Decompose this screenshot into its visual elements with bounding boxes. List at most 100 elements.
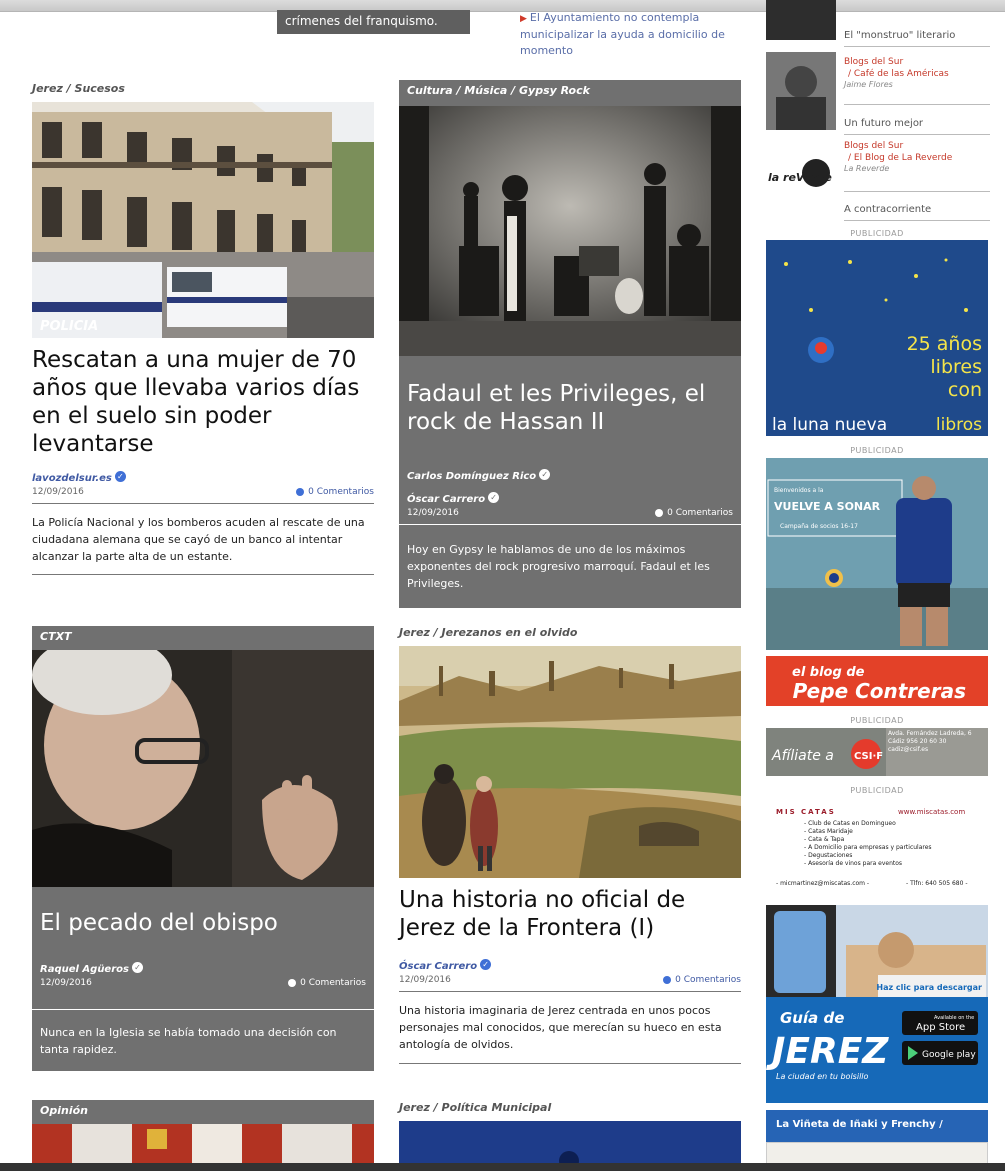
sidebar-author: La Reverde bbox=[844, 164, 890, 173]
comment-icon bbox=[288, 978, 297, 987]
verified-icon: ✓ bbox=[480, 959, 492, 970]
article-section[interactable]: CTXT bbox=[32, 626, 374, 647]
vineta-header[interactable]: La Viñeta de Iñaki y Frenchy / bbox=[766, 1110, 988, 1142]
browser-top-edge bbox=[0, 0, 1005, 12]
ad-catas-item: - Degustaciones bbox=[804, 852, 853, 859]
top-teaser-link[interactable]: ▶ El Ayuntamiento no contempla municipali… bbox=[520, 10, 725, 59]
article-author[interactable]: Óscar Carrero bbox=[407, 494, 485, 505]
sidebar-thumb-1[interactable] bbox=[766, 0, 836, 40]
sidebar-item-cafe[interactable]: Blogs del Sur / Café de las Américas Jai… bbox=[844, 56, 990, 89]
police-van-label: POLICIA bbox=[40, 319, 98, 334]
comments-link[interactable]: 0 Comentarios bbox=[655, 508, 733, 518]
ad-catas-item: - Cata & Tapa bbox=[804, 836, 845, 843]
article-card-historia: Jerez / Jerezanos en el olvido bbox=[399, 626, 741, 639]
top-teaser-link-text: El Ayuntamiento no contempla municipaliz… bbox=[520, 11, 725, 57]
ad-sonar-sub: Campaña de socios 16-17 bbox=[780, 523, 858, 530]
ad-luna-nueva[interactable]: 25 años libres con la luna nueva libros bbox=[766, 240, 988, 436]
verified-icon: ✓ bbox=[131, 962, 143, 973]
article-image-police[interactable]: POLICIA bbox=[32, 102, 374, 338]
ad-luna-brand: la luna nueva bbox=[772, 415, 887, 435]
comments-count: 0 Comentarios bbox=[308, 487, 374, 497]
article-date: 12/09/2016 bbox=[399, 975, 451, 985]
top-teaser-dark[interactable]: crímenes del franquismo. bbox=[277, 10, 470, 34]
arrow-right-icon: ▶ bbox=[520, 14, 527, 24]
ad-csif[interactable]: Afíliate a CSI·F Avda. Fernández Ladreda… bbox=[766, 728, 988, 776]
sidebar-thumb-2[interactable] bbox=[766, 52, 836, 130]
ad-guia-gplay: Google play bbox=[922, 1050, 976, 1060]
ad-luna-text: libres bbox=[930, 356, 982, 378]
sidebar-blog-name[interactable]: Blogs del Sur bbox=[844, 140, 990, 152]
ad-vuelve-a-sonar[interactable]: Bienvenidos a la VUELVE A SONAR Campaña … bbox=[766, 458, 988, 650]
ad-csif-text: Afíliate a bbox=[771, 748, 834, 764]
article-excerpt: Nunca en la Iglesia se había tomado una … bbox=[40, 1026, 337, 1056]
article-author[interactable]: lavozdelsur.es bbox=[32, 473, 112, 484]
article-image-engraving[interactable] bbox=[399, 646, 741, 878]
ad-catas-item: - Catas Maridaje bbox=[804, 828, 853, 835]
sidebar-divider bbox=[844, 191, 990, 192]
sidebar-divider bbox=[844, 46, 990, 47]
ad-sonar-title: VUELVE A SONAR bbox=[774, 500, 881, 513]
article-date: 12/09/2016 bbox=[407, 508, 459, 518]
ad-pepe-text: el blog de bbox=[792, 665, 865, 680]
divider bbox=[399, 1063, 741, 1064]
article-title[interactable]: Fadaul et les Privileges, el rock de Has… bbox=[407, 380, 733, 436]
sidebar-item-title[interactable]: El "monstruo" literario bbox=[844, 30, 955, 41]
divider bbox=[32, 574, 374, 575]
comments-count: 0 Comentarios bbox=[667, 508, 733, 518]
article-excerpt: La Policía Nacional y los bomberos acude… bbox=[32, 516, 365, 563]
ad-luna-text: con bbox=[948, 379, 982, 401]
article-card-opinion: Opinión bbox=[32, 1100, 374, 1171]
comment-icon bbox=[655, 508, 664, 517]
divider bbox=[32, 503, 374, 504]
divider bbox=[399, 524, 741, 525]
sidebar-divider bbox=[844, 220, 990, 221]
comments-link[interactable]: 0 Comentarios bbox=[663, 975, 741, 985]
verified-icon: ✓ bbox=[488, 492, 500, 503]
sidebar-blog-sub[interactable]: / Café de las Américas bbox=[844, 68, 990, 80]
publicidad-label: PUBLICIDAD bbox=[850, 446, 904, 455]
comments-link[interactable]: 0 Comentarios bbox=[288, 978, 366, 988]
comments-count: 0 Comentarios bbox=[300, 978, 366, 988]
article-date: 12/09/2016 bbox=[40, 978, 92, 988]
page: crímenes del franquismo. ▶ El Ayuntamient… bbox=[0, 0, 1005, 1171]
sidebar-divider bbox=[844, 104, 990, 105]
divider bbox=[399, 991, 741, 992]
ad-csif-brand: CSI·F bbox=[854, 751, 883, 762]
publicidad-label: PUBLICIDAD bbox=[850, 229, 904, 238]
article-author[interactable]: Óscar Carrero bbox=[399, 961, 477, 972]
article-title[interactable]: Una historia no oficial de Jerez de la F… bbox=[399, 886, 741, 942]
article-author[interactable]: Raquel Agüeros bbox=[40, 964, 129, 975]
article-image-bishop[interactable] bbox=[32, 650, 374, 887]
reverde-logo[interactable]: la reVerde bbox=[766, 155, 836, 195]
article-section[interactable]: Cultura / Música / Gypsy Rock bbox=[399, 80, 741, 101]
article-section[interactable]: Opinión bbox=[32, 1100, 374, 1121]
article-title[interactable]: Rescatan a una mujer de 70 años que llev… bbox=[32, 346, 374, 458]
ad-guia-appstore-pre: Available on the bbox=[934, 1015, 974, 1021]
publicidad-label: PUBLICIDAD bbox=[850, 716, 904, 725]
article-card-obispo: CTXT El pecado del obispo Raquel Agüeros… bbox=[32, 626, 374, 1071]
article-card-rescue: Jerez / Sucesos bbox=[32, 82, 374, 95]
article-section[interactable]: Jerez / Sucesos bbox=[32, 82, 374, 95]
article-section[interactable]: Jerez / Política Municipal bbox=[399, 1101, 741, 1114]
divider bbox=[32, 1009, 374, 1010]
sidebar-blog-name[interactable]: Blogs del Sur bbox=[844, 56, 990, 68]
article-section[interactable]: Jerez / Jerezanos en el olvido bbox=[399, 626, 741, 639]
ad-mis-catas[interactable]: MIS CATAS www.miscatas.com - Club de Cat… bbox=[766, 798, 988, 894]
article-excerpt: Una historia imaginaria de Jerez centrad… bbox=[399, 1004, 722, 1051]
sidebar-item-title[interactable]: Un futuro mejor bbox=[844, 118, 923, 129]
comments-link[interactable]: 0 Comentarios bbox=[296, 487, 374, 497]
sidebar-blog-sub[interactable]: / El Blog de La Reverde bbox=[844, 152, 990, 164]
article-author[interactable]: Carlos Domínguez Rico bbox=[407, 471, 536, 482]
ad-catas-email: - micmartinez@miscatas.com - bbox=[776, 880, 870, 887]
article-date: 12/09/2016 bbox=[32, 487, 84, 497]
ad-guia-jerez[interactable]: Haz clic para descargar Guía de JEREZ La… bbox=[766, 905, 988, 1103]
sidebar-item-reverde[interactable]: Blogs del Sur / El Blog de La Reverde La… bbox=[844, 140, 990, 173]
article-excerpt: Hoy en Gypsy le hablamos de uno de los m… bbox=[407, 543, 710, 590]
article-image-band[interactable] bbox=[399, 106, 741, 356]
article-title[interactable]: El pecado del obispo bbox=[40, 909, 366, 937]
article-card-politica: Jerez / Política Municipal bbox=[399, 1101, 741, 1114]
sidebar-item-title[interactable]: A contracorriente bbox=[844, 204, 931, 215]
article-card-fadaul: Cultura / Música / Gypsy Rock Fadaul et … bbox=[399, 80, 741, 608]
ad-pepe-contreras[interactable]: el blog de Pepe Contreras bbox=[766, 656, 988, 706]
reverde-logo-text: la reVerde bbox=[768, 171, 832, 184]
